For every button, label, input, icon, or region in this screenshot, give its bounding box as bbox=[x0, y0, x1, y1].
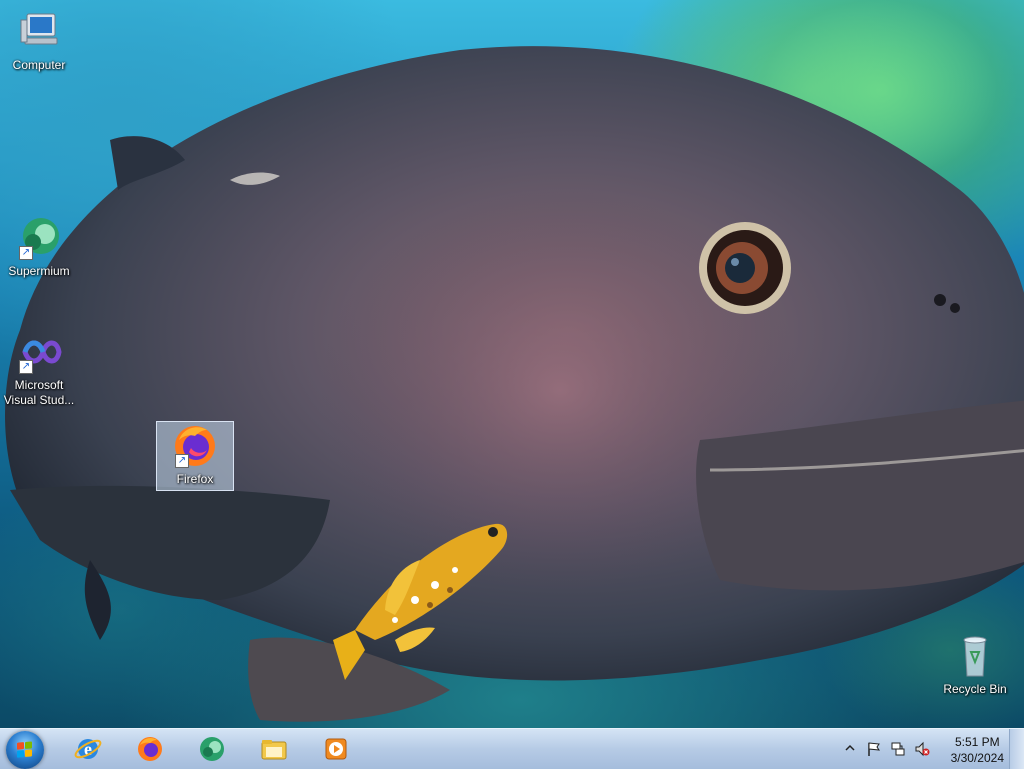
supermium-icon: ↗ bbox=[15, 214, 63, 262]
small-yellow-fish bbox=[333, 523, 508, 680]
recycle-bin-icon bbox=[951, 632, 999, 680]
desktop-icon-firefox[interactable]: ↗ Firefox bbox=[156, 421, 234, 491]
firefox-icon bbox=[136, 735, 164, 763]
volume-muted-icon[interactable] bbox=[914, 741, 930, 757]
desktop-icon-label: Computer bbox=[12, 58, 66, 72]
clock-time: 5:51 PM bbox=[954, 735, 1000, 749]
windows-logo-icon bbox=[17, 741, 33, 758]
desktop-icon-supermium[interactable]: ↗ Supermium bbox=[1, 214, 77, 279]
desktop-icon-label: Microsoft Visual Stud... bbox=[3, 378, 75, 407]
notification-area bbox=[840, 729, 940, 769]
desktop-icon-label: Firefox bbox=[176, 472, 214, 486]
taskbar-media-player[interactable] bbox=[310, 731, 362, 767]
taskbar-firefox[interactable] bbox=[124, 731, 176, 767]
desktop-icon-computer[interactable]: Computer bbox=[1, 8, 77, 73]
taskbar-supermium[interactable] bbox=[186, 731, 238, 767]
taskbar-windows-explorer[interactable] bbox=[248, 731, 300, 767]
clock[interactable]: 5:51 PM 3/30/2024 bbox=[951, 734, 1004, 766]
shortcut-arrow-icon: ↗ bbox=[175, 454, 189, 468]
computer-icon bbox=[15, 8, 63, 56]
taskbar-internet-explorer[interactable]: e bbox=[62, 731, 114, 767]
action-center-flag-icon[interactable] bbox=[866, 741, 882, 757]
start-button[interactable] bbox=[6, 731, 44, 769]
clock-date: 3/30/2024 bbox=[950, 751, 1004, 765]
network-icon[interactable] bbox=[890, 741, 906, 757]
folder-icon bbox=[260, 735, 288, 763]
shortcut-arrow-icon: ↗ bbox=[19, 246, 33, 260]
desktop-wallpaper bbox=[0, 0, 1024, 728]
taskbar: e 5:51 PM 3/30/2024 bbox=[0, 728, 1024, 769]
supermium-icon bbox=[198, 735, 226, 763]
show-hidden-icons-chevron[interactable] bbox=[844, 742, 856, 758]
desktop-icon-label: Supermium bbox=[8, 264, 70, 278]
firefox-icon: ↗ bbox=[171, 422, 219, 470]
internet-explorer-icon: e bbox=[74, 735, 102, 763]
desktop-icon-visual-studio[interactable]: ↗ Microsoft Visual Stud... bbox=[1, 328, 77, 408]
shortcut-arrow-icon: ↗ bbox=[19, 360, 33, 374]
media-player-icon bbox=[322, 735, 350, 763]
show-desktop-button[interactable] bbox=[1009, 729, 1024, 769]
desktop-icon-label: Recycle Bin bbox=[943, 682, 1007, 696]
visual-studio-icon: ↗ bbox=[15, 328, 63, 376]
desktop-icon-recycle-bin[interactable]: Recycle Bin bbox=[937, 632, 1013, 697]
